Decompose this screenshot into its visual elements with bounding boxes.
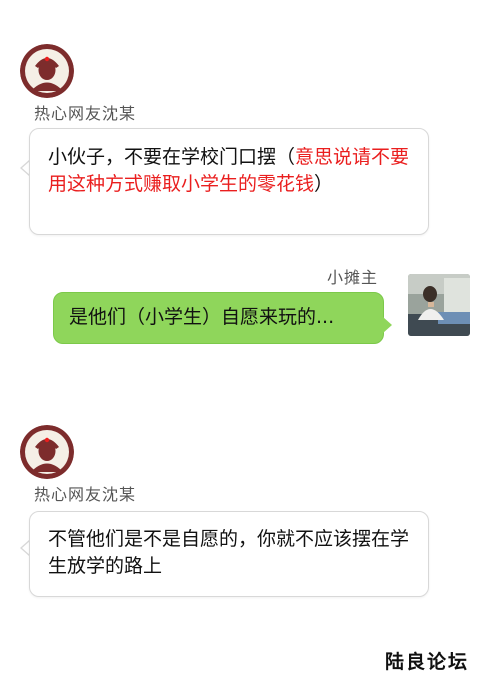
message-text: 是他们（小学生）自愿来玩的...: [69, 306, 335, 328]
forum-watermark: 陆良论坛: [385, 651, 470, 673]
message-bubble-received[interactable]: 小伙子，不要在学校门口摆（意思说请不要用这种方式赚取小学生的零花钱）: [29, 128, 429, 235]
avatar-sender-1[interactable]: [20, 425, 74, 479]
avatar-vendor[interactable]: [408, 274, 470, 336]
sender-name: 热心网友沈某: [34, 485, 137, 504]
user-avatar-icon: [20, 44, 74, 98]
sender-name: 热心网友沈某: [34, 104, 137, 123]
bubble-tail: [383, 317, 392, 333]
message-text: 不管他们是不是自愿的，你就不应该摆在学生放学的路上: [48, 528, 410, 577]
sender-name: 小摊主: [327, 268, 379, 287]
message-text-close: ）: [314, 173, 334, 195]
message-text: 小伙子，不要在学校门口摆（: [48, 146, 296, 168]
user-avatar-icon: [20, 425, 74, 479]
avatar-sender-1[interactable]: [20, 44, 74, 98]
message-bubble-received[interactable]: 不管他们是不是自愿的，你就不应该摆在学生放学的路上: [29, 511, 429, 597]
message-bubble-sent[interactable]: 是他们（小学生）自愿来玩的...: [53, 292, 384, 344]
photo-avatar-icon: [408, 274, 470, 336]
